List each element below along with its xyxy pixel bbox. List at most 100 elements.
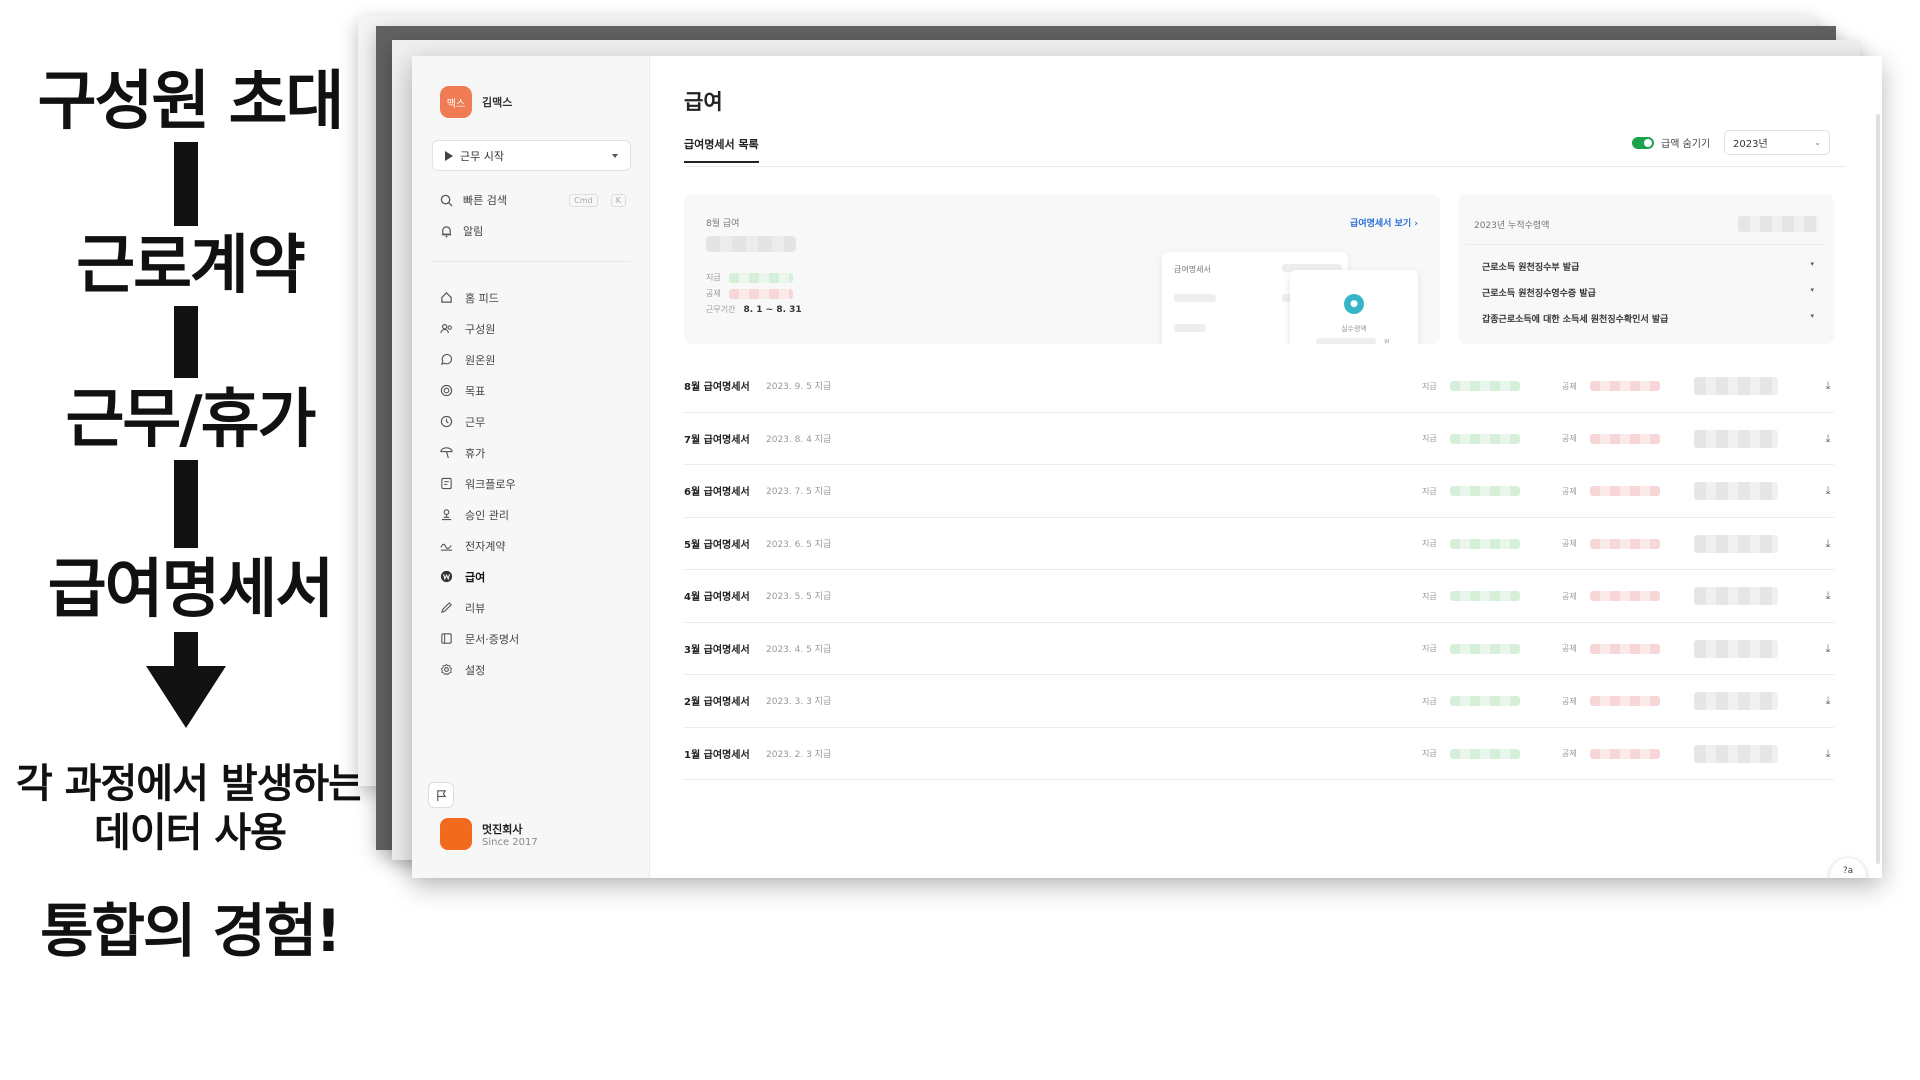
chevron-down-icon: ▾ [1810, 286, 1814, 294]
quick-search-label: 빠른 검색 [463, 194, 507, 207]
feedback-button[interactable] [428, 782, 454, 808]
company-logo [440, 818, 472, 850]
certificate-item[interactable]: 갑종근로소득에 대한 소득세 원천징수확인서 발급 ▾ [1482, 312, 1814, 325]
contract-icon [440, 539, 453, 552]
sidebar-item-label: 승인 관리 [465, 508, 509, 522]
sidebar-item-documents[interactable]: 문서·증명서 [440, 623, 630, 654]
sidebar-item-settings[interactable]: 설정 [440, 654, 630, 685]
chevron-right-icon: › [1414, 219, 1418, 229]
sidebar-item-label: 목표 [465, 384, 486, 398]
notifications[interactable]: 알림 [440, 223, 483, 239]
certificate-item[interactable]: 근로소득 원천징수부 발급 ▾ [1482, 260, 1814, 273]
download-icon[interactable]: ⤓ [1822, 537, 1834, 551]
blurred-pay [728, 272, 793, 283]
blurred-deduct [1590, 538, 1660, 549]
quick-search[interactable]: 빠른 검색 Cmd K [440, 192, 626, 208]
toggle-switch[interactable] [1632, 136, 1654, 149]
summary-title: 8월 급여 [706, 219, 740, 229]
view-payslip-link[interactable]: 급여명세서 보기 › [1350, 216, 1418, 229]
deduct-label: 공제 [1562, 644, 1577, 653]
flow-conclusion: 통합의 경험! [40, 897, 341, 965]
hide-amount-label: 급액 숨기기 [1661, 139, 1711, 150]
flow-description-line-2: 데이터 사용 [94, 809, 287, 856]
flow-connector [174, 306, 198, 378]
company-since: Since 2017 [482, 836, 538, 848]
download-icon[interactable]: ⤓ [1822, 642, 1834, 656]
flow-connector [174, 142, 198, 226]
notifications-label: 알림 [463, 225, 484, 238]
summary-deduct-row: 공제 [706, 288, 793, 299]
table-row[interactable]: 4월 급여명세서 2023. 5. 5 지급 지급 공제 ⤓ [684, 570, 1834, 623]
year-select-value: 2023년 [1733, 139, 1768, 150]
certificate-item[interactable]: 근로소득 원천징수영수증 발급 ▾ [1482, 286, 1814, 299]
download-icon[interactable]: ⤓ [1822, 747, 1834, 761]
scrollbar[interactable] [1876, 114, 1880, 864]
chevron-down-icon: ⌄ [1814, 138, 1821, 147]
table-row[interactable]: 6월 급여명세서 2023. 7. 5 지급 지급 공제 ⤓ [684, 465, 1834, 518]
download-icon[interactable]: ⤓ [1822, 484, 1834, 498]
payslip-title: 1월 급여명세서 [684, 749, 750, 761]
blurred-pay [1450, 433, 1520, 444]
sidebar-item-work[interactable]: 근무 [440, 406, 630, 437]
download-icon[interactable]: ⤓ [1822, 432, 1834, 446]
clock-icon [440, 415, 453, 428]
payslip-date: 2023. 9. 5 지급 [766, 382, 832, 393]
payslip-title: 4월 급여명세서 [684, 592, 750, 604]
down-arrow-icon [146, 666, 226, 728]
payslip-preview-title: 급여명세서 [1174, 265, 1211, 274]
table-row[interactable]: 2월 급여명세서 2023. 3. 3 지급 지급 공제 ⤓ [684, 675, 1834, 728]
payslip-date: 2023. 6. 5 지급 [766, 539, 832, 550]
hide-amount-toggle[interactable]: 급액 숨기기 [1632, 135, 1710, 150]
sidebar-item-one-on-one[interactable]: 원온원 [440, 344, 630, 375]
divider [1466, 244, 1826, 245]
download-icon[interactable]: ⤓ [1822, 694, 1834, 708]
download-icon[interactable]: ⤓ [1822, 589, 1834, 603]
home-icon [440, 291, 453, 304]
sidebar-item-members[interactable]: 구성원 [440, 313, 630, 344]
help-button[interactable]: ?a [1830, 858, 1866, 878]
blurred-net [1694, 377, 1778, 395]
sidebar-item-home-feed[interactable]: 홈 피드 [440, 282, 630, 313]
sidebar-item-goals[interactable]: 목표 [440, 375, 630, 406]
sidebar: 맥스 김맥스 근무 시작 빠른 검색 Cmd K 알림 홈 피드 구성원 원온원… [412, 56, 650, 878]
deduct-label: 공제 [1562, 381, 1577, 391]
table-row[interactable]: 5월 급여명세서 2023. 6. 5 지급 지급 공제 ⤓ [684, 518, 1834, 570]
gear-icon [440, 663, 453, 676]
tab-divider [684, 166, 1846, 167]
payslip-list: 8월 급여명세서 2023. 9. 5 지급 지급 공제 ⤓ 7월 급여명세서 2023. … [684, 360, 1834, 780]
work-start-label: 근무 시작 [460, 149, 504, 163]
sidebar-item-e-contract[interactable]: 전자계약 [440, 530, 630, 561]
sidebar-item-workflow[interactable]: 워크플로우 [440, 468, 630, 499]
sidebar-item-label: 급여 [465, 570, 486, 584]
document-icon [440, 632, 453, 645]
blurred-net [1694, 692, 1778, 710]
payslip-title: 5월 급여명세서 [684, 539, 750, 551]
sidebar-item-approval[interactable]: 승인 관리 [440, 499, 630, 530]
company-name: 멋진회사 [482, 822, 523, 836]
tab-payslip-list[interactable]: 급여명세서 목록 [684, 136, 759, 163]
table-row[interactable]: 7월 급여명세서 2023. 8. 4 지급 지급 공제 ⤓ [684, 413, 1834, 465]
table-row[interactable]: 3월 급여명세서 2023. 4. 5 지급 지급 공제 ⤓ [684, 623, 1834, 675]
profile[interactable]: 맥스 김맥스 [440, 86, 512, 118]
main-content: 급여 급여명세서 목록 급액 숨기기 2023년 ⌄ 8월 급여 지급 공제 근… [650, 56, 1882, 878]
payslip-date: 2023. 2. 3 지급 [766, 749, 832, 760]
sidebar-item-label: 홈 피드 [465, 291, 499, 305]
payslip-amounts: 지급 공제 ⤓ [1422, 413, 1834, 465]
sidebar-item-leave[interactable]: 휴가 [440, 437, 630, 468]
sidebar-item-payroll[interactable]: 급여 [440, 561, 630, 592]
chevron-down-icon: ▾ [1810, 260, 1814, 268]
target-icon [440, 384, 453, 397]
blurred-amount [706, 236, 796, 252]
table-row[interactable]: 1월 급여명세서 2023. 2. 3 지급 지급 공제 ⤓ [684, 728, 1834, 780]
company-switcher[interactable]: 멋진회사 Since 2017 [440, 818, 538, 850]
chat-icon [440, 353, 453, 366]
work-start-button[interactable]: 근무 시작 [432, 140, 631, 171]
download-icon[interactable]: ⤓ [1822, 379, 1834, 393]
flow-step-work-leave: 근무/휴가 [65, 383, 317, 457]
payslip-amounts: 지급 공제 ⤓ [1422, 675, 1834, 727]
payslip-date: 2023. 3. 3 지급 [766, 697, 832, 708]
year-select[interactable]: 2023년 ⌄ [1724, 130, 1830, 155]
sidebar-item-review[interactable]: 리뷰 [440, 592, 630, 623]
table-row[interactable]: 8월 급여명세서 2023. 9. 5 지급 지급 공제 ⤓ [684, 360, 1834, 413]
flow-connector [174, 460, 198, 548]
